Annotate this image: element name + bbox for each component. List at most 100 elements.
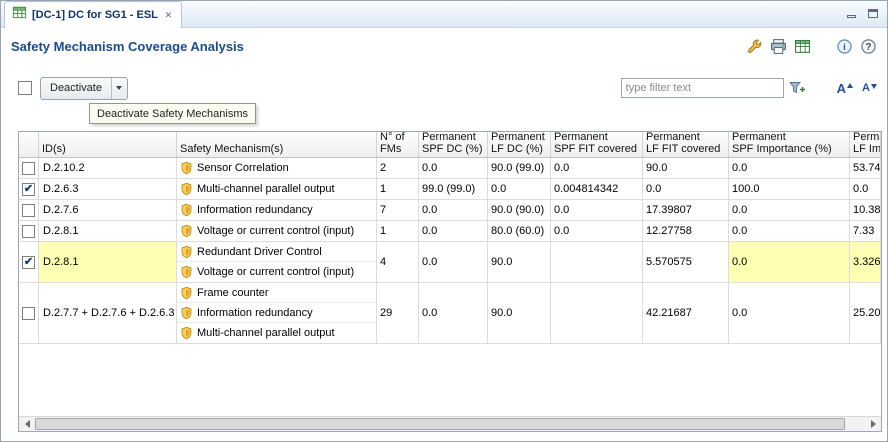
column-header-label: N° of <box>380 132 415 143</box>
row-checkbox[interactable] <box>22 162 35 175</box>
value-cell: 4 <box>377 242 419 283</box>
value-cell: 90.0 (90.0) <box>488 200 551 221</box>
app-window: [DC-1] DC for SG1 - ESL Safety Mechanism… <box>0 0 888 442</box>
value-cell: 0.0 <box>419 283 488 344</box>
shield-icon <box>180 161 193 175</box>
scroll-left-icon[interactable] <box>19 417 35 431</box>
filter-funnel-icon[interactable] <box>788 80 807 97</box>
value-cell: 99.0 (99.0) <box>419 179 488 200</box>
help-icon[interactable]: ? <box>859 37 877 55</box>
export-excel-icon[interactable] <box>793 37 811 55</box>
shield-icon <box>180 326 193 340</box>
row-checkbox[interactable] <box>22 204 35 217</box>
row-id-cell: D.2.8.1 <box>39 242 177 283</box>
tooltip: Deactivate Safety Mechanisms <box>89 103 256 124</box>
tab-title: [DC-1] DC for SG1 - ESL <box>32 9 158 21</box>
deactivate-button[interactable]: Deactivate <box>40 77 128 100</box>
value-cell: 42.21687 <box>643 283 729 344</box>
table-row[interactable]: D.2.7.7 + D.2.7.6 + D.2.6.3Frame counter… <box>19 283 881 344</box>
value-cell: 25.20 <box>850 283 881 344</box>
table-row[interactable]: D.2.10.2Sensor Correlation20.090.0 (99.0… <box>19 158 881 179</box>
value-cell: 2 <box>377 158 419 179</box>
mechanism-item: Sensor Correlation <box>177 158 376 178</box>
dropdown-arrow-icon[interactable] <box>112 86 127 90</box>
printer-icon[interactable] <box>769 37 787 55</box>
shield-icon <box>180 224 193 238</box>
column-header[interactable]: Safety Mechanism(s) <box>177 132 377 158</box>
close-icon[interactable] <box>163 10 174 21</box>
value-cell: 0.0 <box>729 221 850 242</box>
shield-icon <box>180 286 193 300</box>
column-header-label: Permanent <box>422 132 484 143</box>
mechanism-item: Information redundancy <box>177 303 376 323</box>
mechanism-label: Multi-channel parallel output <box>197 183 335 195</box>
value-cell: 90.0 (99.0) <box>488 158 551 179</box>
column-header-label: SPF DC (%) <box>422 143 484 155</box>
checkbox-cell <box>19 200 39 221</box>
table-row[interactable]: D.2.6.3 Multi-channel parallel output 199.… <box>19 179 881 200</box>
column-header[interactable]: PermanentLF FIT covered <box>643 132 729 158</box>
column-header[interactable]: PermanentLF DC (%) <box>488 132 551 158</box>
mechanisms-cell: Multi-channel parallel output <box>177 179 377 200</box>
column-header[interactable]: PermanentSPF FIT covered <box>551 132 643 158</box>
coverage-table: ID(s)Safety Mechanism(s)N° ofFMsPermanen… <box>18 131 882 432</box>
column-header-label: Permanent <box>853 132 877 143</box>
row-checkbox[interactable] <box>22 256 35 269</box>
value-cell: 7 <box>377 200 419 221</box>
table-header-row: ID(s)Safety Mechanism(s)N° ofFMsPermanen… <box>19 132 881 158</box>
column-header[interactable]: ID(s) <box>39 132 177 158</box>
svg-text:?: ? <box>865 42 871 53</box>
value-cell: 0.0 <box>419 242 488 283</box>
shield-icon <box>180 203 193 217</box>
mechanism-item: Frame counter <box>177 283 376 303</box>
column-header-label: Permanent <box>732 132 846 143</box>
shield-icon <box>180 306 193 320</box>
deactivate-checkbox[interactable] <box>18 81 32 95</box>
checkbox-cell <box>19 179 39 200</box>
table-row[interactable]: D.2.7.6Information redundancy70.090.0 (9… <box>19 200 881 221</box>
deactivate-label: Deactivate <box>41 82 111 94</box>
info-icon[interactable]: i <box>835 37 853 55</box>
shield-icon <box>180 182 193 196</box>
row-id-cell: D.2.6.3 <box>39 179 177 200</box>
value-cell: 0.0 <box>729 242 850 283</box>
decrease-font-icon[interactable]: A <box>862 82 877 94</box>
value-cell: 0.004814342 <box>551 179 643 200</box>
value-cell <box>551 242 643 283</box>
mechanisms-cell: Sensor Correlation <box>177 158 377 179</box>
view-toolbar-icons: i ? <box>745 37 877 55</box>
filter-input[interactable] <box>621 78 784 98</box>
row-id-cell: D.2.10.2 <box>39 158 177 179</box>
column-header[interactable]: PermanentSPF DC (%) <box>419 132 488 158</box>
table-row[interactable]: D.2.8.1Voltage or current control (input… <box>19 221 881 242</box>
mechanism-label: Information redundancy <box>197 204 313 216</box>
value-cell: 0.0 <box>850 179 881 200</box>
column-header[interactable]: PermanentSPF Importance (%) <box>729 132 850 158</box>
column-header[interactable]: PermanentLF Importance (%) <box>850 132 881 158</box>
table-icon <box>12 5 27 25</box>
column-header[interactable] <box>19 132 39 158</box>
scroll-right-icon[interactable] <box>865 417 881 431</box>
table-row[interactable]: D.2.8.1Redundant Driver ControlVoltage o… <box>19 242 881 283</box>
value-cell: 80.0 (60.0) <box>488 221 551 242</box>
row-checkbox[interactable] <box>22 225 35 238</box>
editor-tab[interactable]: [DC-1] DC for SG1 - ESL <box>4 1 182 28</box>
shield-icon <box>180 265 193 279</box>
value-cell: 1 <box>377 179 419 200</box>
horizontal-scrollbar[interactable] <box>19 416 881 431</box>
maximize-icon[interactable] <box>866 6 879 18</box>
minimize-icon[interactable] <box>845 6 858 18</box>
row-checkbox[interactable] <box>22 183 35 196</box>
value-cell: 3.326 <box>850 242 881 283</box>
column-header[interactable]: N° ofFMs <box>377 132 419 158</box>
increase-font-icon[interactable]: A <box>837 81 853 96</box>
value-cell: 0.0 <box>729 283 850 344</box>
filter-group: A A <box>621 78 877 98</box>
column-header-label: ID(s) <box>42 143 173 155</box>
mechanisms-cell: Frame counterInformation redundancyMulti… <box>177 283 377 344</box>
column-header-label: Permanent <box>554 132 639 143</box>
scrollbar-thumb[interactable] <box>35 418 845 430</box>
mechanisms-cell: Information redundancy <box>177 200 377 221</box>
wrench-icon[interactable] <box>745 37 763 55</box>
row-checkbox[interactable] <box>22 307 35 320</box>
